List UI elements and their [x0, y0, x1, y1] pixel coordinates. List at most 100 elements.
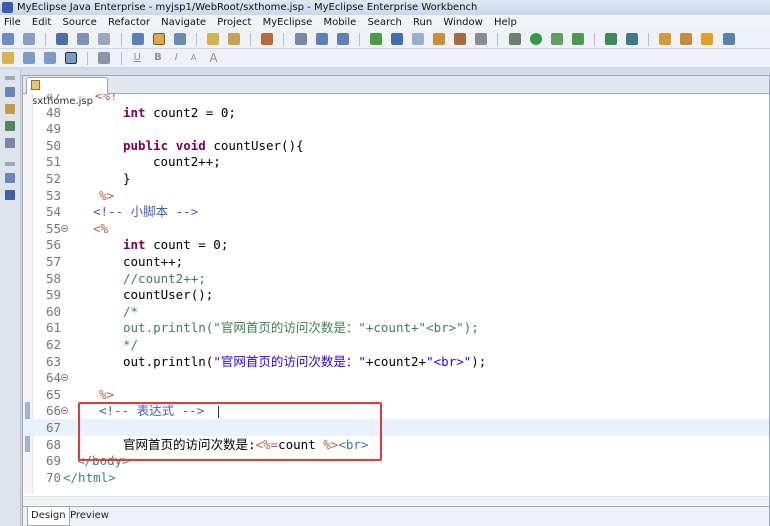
coverage-icon[interactable] [550, 33, 563, 45]
frame-icon[interactable] [44, 52, 57, 64]
new-java-class-icon[interactable] [605, 33, 617, 45]
print-icon[interactable] [98, 33, 111, 45]
toolbar-separator [87, 52, 89, 65]
minimized-stack-handle[interactable] [5, 162, 15, 166]
minimized-stack-handle[interactable] [5, 76, 15, 80]
menu-edit[interactable]: Edit [28, 15, 55, 30]
code-line[interactable]: 50 public void countUser(){ [23, 137, 769, 154]
code-line[interactable]: 59 countUser(); [23, 286, 769, 303]
fold-toggle-icon[interactable] [61, 224, 68, 232]
decrease-font-button[interactable]: A [191, 49, 196, 67]
external-tools-icon[interactable] [571, 33, 584, 45]
web-browser-icon[interactable] [412, 33, 425, 45]
menu-search[interactable]: Search [363, 15, 405, 30]
layout-icon[interactable] [2, 52, 14, 64]
code-text: /* [123, 303, 138, 320]
line-number: 52 [45, 171, 61, 186]
code-line[interactable]: 63 out.println("官网首页的访问次数是："+count2+"<br>… [23, 353, 769, 370]
code-line[interactable]: 54 <!-- 小脚本 --> [23, 203, 769, 220]
restore-icon[interactable] [5, 87, 15, 97]
outline-icon[interactable] [5, 138, 15, 148]
highlight-icon[interactable] [207, 33, 220, 45]
line-number: 53 [45, 187, 61, 203]
open-folder-icon[interactable] [659, 33, 672, 45]
console-icon[interactable] [5, 190, 15, 200]
code-token: //count2++; [123, 270, 206, 286]
code-line[interactable]: 49 [23, 120, 769, 137]
search-icon[interactable] [680, 33, 693, 45]
open-type-icon[interactable] [336, 33, 349, 45]
debug-icon[interactable] [508, 33, 521, 45]
menu-source[interactable]: Source [58, 15, 100, 30]
save-all-icon[interactable] [77, 33, 90, 45]
toggle-view-icon[interactable] [152, 33, 165, 45]
menu-project[interactable]: Project [213, 15, 255, 30]
menu-navigate[interactable]: Navigate [157, 15, 210, 30]
line-number: 51 [45, 154, 61, 170]
wrench-icon[interactable] [173, 33, 186, 45]
restore-icon[interactable] [5, 173, 15, 183]
code-line[interactable]: 48 int count2 = 0; [23, 104, 769, 121]
code-token: <!-- 小脚本 --> [93, 204, 199, 220]
server-icon[interactable] [131, 33, 144, 45]
new-icon[interactable] [2, 33, 14, 45]
task-icon[interactable] [454, 33, 467, 45]
new-package-icon[interactable] [626, 33, 639, 45]
code-line[interactable]: 58 //count2++; [23, 270, 769, 287]
menu-help[interactable]: Help [490, 15, 521, 30]
code-line[interactable]: 70 </html> [23, 469, 769, 486]
code-token: "<br>" [426, 353, 472, 369]
menu-window[interactable]: Window [439, 15, 486, 30]
tab-preview[interactable]: Preview [67, 507, 112, 525]
code-line[interactable]: 60 /* [23, 303, 769, 320]
underline-button[interactable]: U [134, 49, 141, 67]
save-icon[interactable] [56, 33, 69, 45]
explorer-icon[interactable] [315, 33, 328, 45]
horizontal-scrollbar[interactable] [23, 496, 769, 505]
line-number: 66 [45, 403, 61, 419]
database-icon[interactable] [294, 33, 307, 45]
bookmark-icon[interactable] [433, 33, 446, 45]
code-line[interactable]: 52} [23, 170, 769, 187]
code-line[interactable]: 64 [23, 369, 769, 386]
more-tools-icon[interactable] [722, 33, 735, 45]
increase-font-button[interactable]: A [209, 49, 217, 67]
form-icon[interactable] [65, 52, 78, 64]
italic-button[interactable]: I [175, 49, 178, 67]
line-number: 69 [45, 453, 61, 469]
table-icon[interactable] [23, 52, 36, 64]
code-line[interactable]: 57 count++; [23, 253, 769, 270]
menu-mobile[interactable]: Mobile [319, 15, 360, 30]
code-line[interactable]: 65 %> [23, 386, 769, 403]
code-line[interactable]: 62 */ [23, 336, 769, 353]
fold-toggle-icon[interactable] [61, 374, 68, 382]
run-icon[interactable] [529, 33, 542, 45]
fold-toggle-icon[interactable] [61, 407, 68, 415]
menu-refactor[interactable]: Refactor [104, 15, 154, 30]
code-line[interactable]: 53 %> [23, 187, 769, 204]
code-line[interactable]: 51 count2++; [23, 153, 769, 170]
deploy-icon[interactable] [261, 33, 274, 45]
menu-myeclipse[interactable]: MyEclipse [259, 15, 317, 30]
bold-button[interactable]: B [154, 49, 162, 67]
package-explorer-icon[interactable] [5, 104, 15, 114]
new-dropdown-icon[interactable] [23, 33, 36, 45]
tab-design[interactable]: Design [27, 507, 70, 526]
code-line[interactable]: 47 <%! [23, 94, 769, 104]
pencil-icon[interactable] [701, 33, 714, 45]
annotation-icon[interactable] [228, 33, 241, 45]
settings-icon[interactable] [475, 33, 488, 45]
line-number: 64 [45, 370, 61, 386]
menu-run[interactable]: Run [409, 15, 436, 30]
main-toolbar [0, 30, 770, 49]
tab-sxthome-jsp[interactable]: *sxthome.jsp [26, 77, 108, 107]
run-server-icon[interactable] [369, 33, 382, 45]
highlight-annotation-box [78, 402, 382, 461]
code-line[interactable]: 61 out.println("官网首页的访问次数是："+count+"<br>"… [23, 319, 769, 336]
hierarchy-icon[interactable] [5, 121, 15, 131]
code-line[interactable]: 55 <% [23, 220, 769, 237]
menu-file[interactable]: File [0, 15, 25, 30]
globe-icon[interactable] [390, 33, 403, 45]
code-line[interactable]: 56 int count = 0; [23, 236, 769, 253]
palette-icon[interactable] [98, 52, 111, 64]
